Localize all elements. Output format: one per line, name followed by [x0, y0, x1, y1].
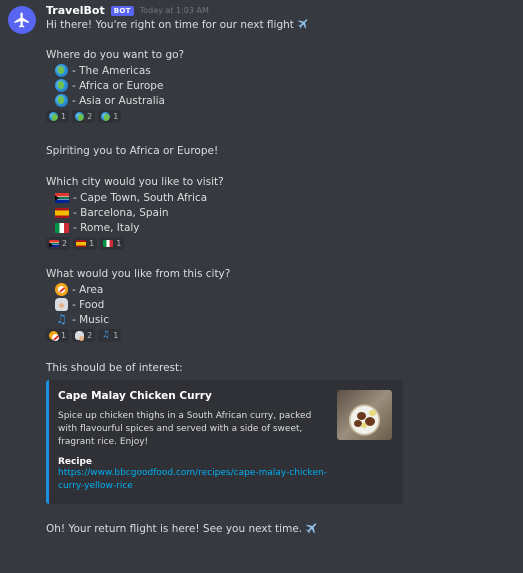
music-note-icon: ♫: [101, 330, 110, 340]
option-label: - Africa or Europe: [72, 79, 164, 92]
compass-icon: [49, 331, 59, 341]
south-africa-flag-icon: [55, 192, 69, 203]
airplane-icon: [306, 523, 317, 534]
music-note-icon: ♫: [56, 312, 67, 326]
timestamp[interactable]: Today at 1:03 AM: [140, 6, 209, 15]
globe-icon: [101, 112, 111, 121]
chef-icon: [55, 298, 68, 311]
reaction-count: 2: [62, 239, 68, 248]
italy-flag-icon: [103, 240, 114, 247]
reaction-americas[interactable]: 1: [46, 110, 70, 123]
reaction-cape-town[interactable]: 2: [46, 237, 71, 250]
option-rome: - Rome, Italy: [46, 220, 515, 235]
greeting-line: Hi there! You're right on time for our n…: [46, 17, 515, 33]
option-label: - Music: [72, 313, 110, 326]
option-barcelona: - Barcelona, Spain: [46, 205, 515, 220]
option-cape-town: - Cape Town, South Africa: [46, 190, 515, 205]
option-africa-europe: - Africa or Europe: [46, 78, 515, 93]
reaction-count: 2: [87, 112, 93, 121]
reaction-rome[interactable]: 1: [100, 237, 125, 250]
greeting-text: Hi there! You're right on time for our n…: [46, 19, 294, 31]
reaction-area[interactable]: 1: [46, 329, 70, 342]
travelbot-avatar[interactable]: [8, 6, 36, 34]
spiriting-text: Spiriting you to Africa or Europe!: [46, 145, 219, 157]
chat-message: TravelBot BOT Today at 1:03 AM Hi there!…: [0, 0, 523, 573]
globe-icon: [55, 64, 68, 77]
reaction-africa-europe[interactable]: 2: [72, 110, 96, 123]
option-label: - The Americas: [72, 64, 151, 77]
reaction-food[interactable]: 2: [72, 329, 96, 342]
farewell-text: Oh! Your return flight is here! See you …: [46, 523, 303, 535]
city-question: Which city would you like to visit?: [46, 176, 224, 188]
option-label: - Barcelona, Spain: [73, 206, 169, 219]
bot-tag: BOT: [110, 5, 134, 16]
reactions-destination: 1 2 1: [46, 110, 515, 124]
reactions-category: 1 2 ♫ 1: [46, 329, 515, 343]
recipe-embed: Cape Malay Chicken Curry Spice up chicke…: [46, 380, 403, 504]
reaction-count: 1: [89, 239, 95, 248]
reaction-count: 1: [61, 112, 67, 121]
spain-flag-icon: [55, 207, 69, 218]
airplane-icon: [298, 19, 308, 29]
curry-thumbnail-image[interactable]: [337, 390, 392, 440]
option-americas: - The Americas: [46, 63, 515, 78]
reaction-asia-australia[interactable]: 1: [98, 110, 122, 123]
reactions-city: 2 1 1: [46, 237, 515, 251]
option-food: - Food: [46, 297, 515, 312]
reaction-count: 1: [113, 331, 119, 340]
globe-icon: [55, 94, 68, 107]
embed-field-name: Recipe: [58, 457, 93, 467]
reaction-count: 2: [87, 331, 93, 340]
message-content: TravelBot BOT Today at 1:03 AM Hi there!…: [46, 4, 515, 537]
compass-icon: [55, 283, 68, 296]
option-label: - Asia or Australia: [72, 94, 165, 107]
airplane-icon: [14, 12, 29, 28]
farewell-line: Oh! Your return flight is here! See you …: [46, 521, 515, 537]
globe-icon: [55, 79, 68, 92]
option-area: - Area: [46, 282, 515, 297]
reaction-count: 1: [116, 239, 122, 248]
south-africa-flag-icon: [49, 240, 59, 247]
option-label: - Rome, Italy: [73, 221, 140, 234]
option-label: - Food: [72, 298, 105, 311]
reaction-count: 1: [113, 112, 119, 121]
option-label: - Area: [72, 283, 104, 296]
destination-question: Where do you want to go?: [46, 49, 185, 61]
spain-flag-icon: [76, 240, 87, 247]
italy-flag-icon: [55, 222, 69, 233]
embed-description: Spice up chicken thighs in a South Afric…: [58, 411, 312, 447]
reaction-music[interactable]: ♫ 1: [98, 329, 122, 342]
category-question: What would you like from this city?: [46, 268, 231, 280]
interest-text: This should be of interest:: [46, 362, 183, 374]
recipe-link[interactable]: https://www.bbcgoodfood.com/recipes/cape…: [58, 467, 328, 493]
reaction-count: 1: [61, 331, 67, 340]
option-label: - Cape Town, South Africa: [73, 191, 208, 204]
option-music: ♫ - Music: [46, 312, 515, 327]
globe-icon: [75, 112, 85, 121]
reaction-barcelona[interactable]: 1: [73, 237, 98, 250]
chef-icon: [75, 331, 85, 341]
message-header: TravelBot BOT Today at 1:03 AM: [46, 4, 515, 17]
option-asia-australia: - Asia or Australia: [46, 93, 515, 108]
username[interactable]: TravelBot: [46, 4, 105, 17]
globe-icon: [49, 112, 58, 121]
